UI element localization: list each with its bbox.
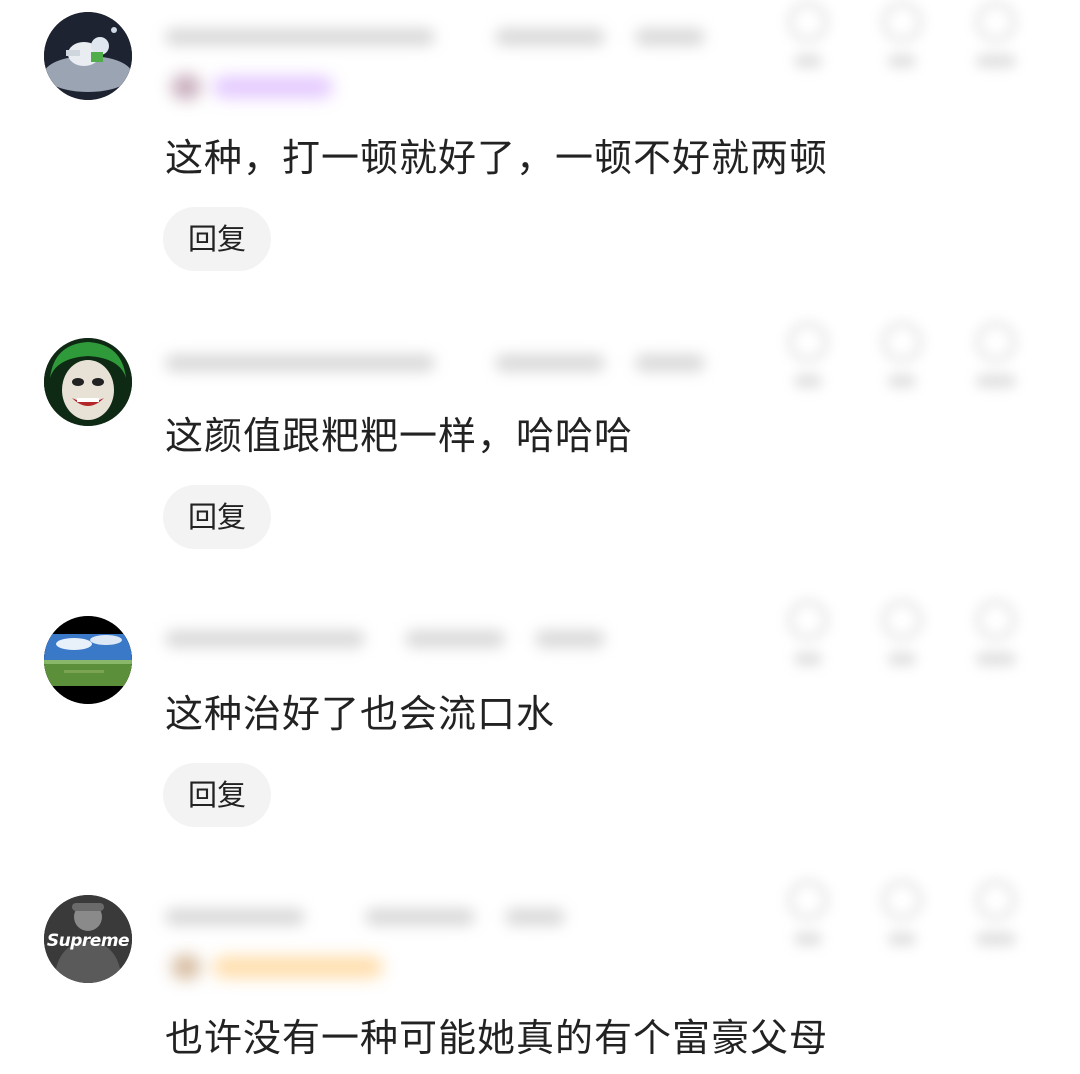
comment-actions bbox=[770, 880, 1050, 960]
like-icon[interactable] bbox=[780, 322, 836, 402]
comment-text: 这颜值跟粑粑一样，哈哈哈 bbox=[165, 414, 634, 458]
reply-button[interactable]: 回复 bbox=[163, 207, 271, 271]
comment-actions bbox=[770, 322, 1050, 402]
comment-text: 也许没有一种可能她真的有个富豪父母 bbox=[165, 1016, 829, 1060]
joker-icon bbox=[44, 338, 132, 426]
user-avatar[interactable] bbox=[44, 338, 132, 426]
comment-actions bbox=[770, 2, 1050, 82]
comment-text: 这种，打一顿就好了，一顿不好就两顿 bbox=[165, 136, 829, 180]
landscape-icon bbox=[44, 616, 132, 704]
more-icon[interactable] bbox=[968, 2, 1024, 82]
reply-button[interactable]: 回复 bbox=[163, 763, 271, 827]
blurred-username-meta bbox=[165, 898, 725, 934]
blurred-username-meta bbox=[165, 620, 725, 656]
comment-text: 这种治好了也会流口水 bbox=[165, 692, 556, 736]
blurred-username-meta bbox=[165, 344, 725, 380]
more-icon[interactable] bbox=[968, 880, 1024, 960]
blurred-user-badge bbox=[165, 950, 395, 984]
like-icon[interactable] bbox=[780, 2, 836, 82]
supreme-avatar-text: Supreme bbox=[46, 931, 130, 951]
blurred-user-badge bbox=[165, 70, 395, 104]
more-icon[interactable] bbox=[968, 600, 1024, 680]
like-icon[interactable] bbox=[780, 880, 836, 960]
user-avatar[interactable] bbox=[44, 616, 132, 704]
astronaut-icon bbox=[44, 12, 132, 100]
reply-button[interactable]: 回复 bbox=[163, 485, 271, 549]
dislike-icon[interactable] bbox=[874, 322, 930, 402]
dislike-icon[interactable] bbox=[874, 600, 930, 680]
comment-actions bbox=[770, 600, 1050, 680]
like-icon[interactable] bbox=[780, 600, 836, 680]
dislike-icon[interactable] bbox=[874, 880, 930, 960]
blurred-username-meta bbox=[165, 18, 725, 54]
more-icon[interactable] bbox=[968, 322, 1024, 402]
user-avatar[interactable] bbox=[44, 12, 132, 100]
user-avatar[interactable]: Supreme bbox=[44, 895, 132, 983]
dislike-icon[interactable] bbox=[874, 2, 930, 82]
